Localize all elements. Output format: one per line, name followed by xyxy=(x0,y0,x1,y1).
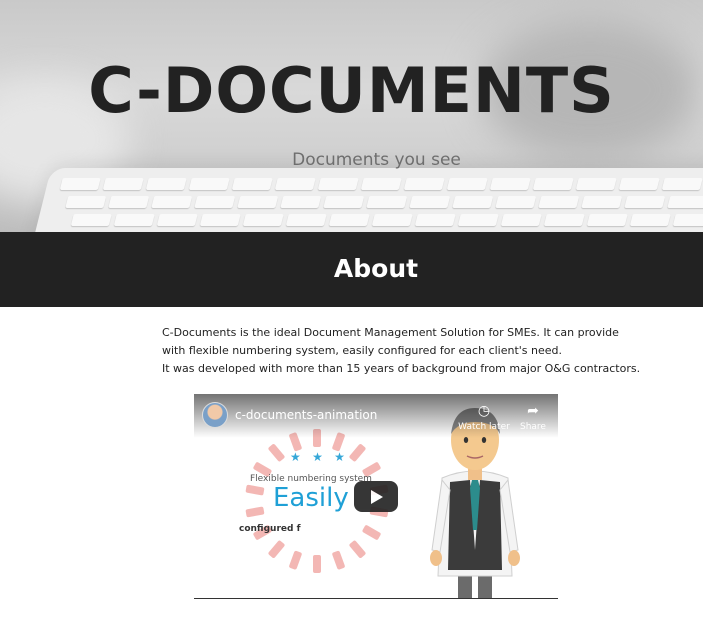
burst-ray xyxy=(245,484,265,496)
share-icon: ➦ xyxy=(527,403,539,419)
about-section-header: About xyxy=(0,232,703,307)
about-text-line: C-Documents is the ideal Document Manage… xyxy=(162,326,619,339)
about-description: C-Documents is the ideal Document Manage… xyxy=(162,324,641,378)
keyboard-image xyxy=(28,168,703,232)
site-title: C-DOCUMENTS xyxy=(88,54,615,127)
video-title[interactable]: c-documents-animation xyxy=(235,408,377,422)
burst-ray xyxy=(349,540,366,558)
burst-ray xyxy=(349,444,366,462)
stars-decoration: ★ ★ ★ xyxy=(290,450,349,464)
burst-ray xyxy=(245,506,265,518)
frame-caption-secondary: configured f xyxy=(239,524,301,534)
share-button[interactable]: ➦ Share xyxy=(503,402,558,432)
hero-banner: C-DOCUMENTS Documents you see xyxy=(0,0,703,232)
burst-ray xyxy=(268,540,285,558)
about-text-line: with flexible numbering system, easily c… xyxy=(162,344,563,357)
burst-ray xyxy=(289,550,302,570)
about-text-line: It was developed with more than 15 years… xyxy=(162,362,641,375)
burst-ray xyxy=(313,555,321,573)
play-button[interactable] xyxy=(354,481,398,512)
channel-avatar[interactable] xyxy=(202,402,228,428)
site-tagline: Documents you see xyxy=(292,150,461,170)
share-label: Share xyxy=(520,422,546,432)
frame-headline: Easily xyxy=(273,483,349,513)
burst-ray xyxy=(362,525,381,540)
burst-ray xyxy=(268,444,285,462)
about-heading: About xyxy=(333,254,419,283)
burst-ray xyxy=(332,550,345,570)
video-player[interactable]: ★ ★ ★ Flexible numbering system Easily c… xyxy=(194,394,558,599)
video-title-bar: c-documents-animation ◷ Watch later ➦ Sh… xyxy=(194,394,558,438)
